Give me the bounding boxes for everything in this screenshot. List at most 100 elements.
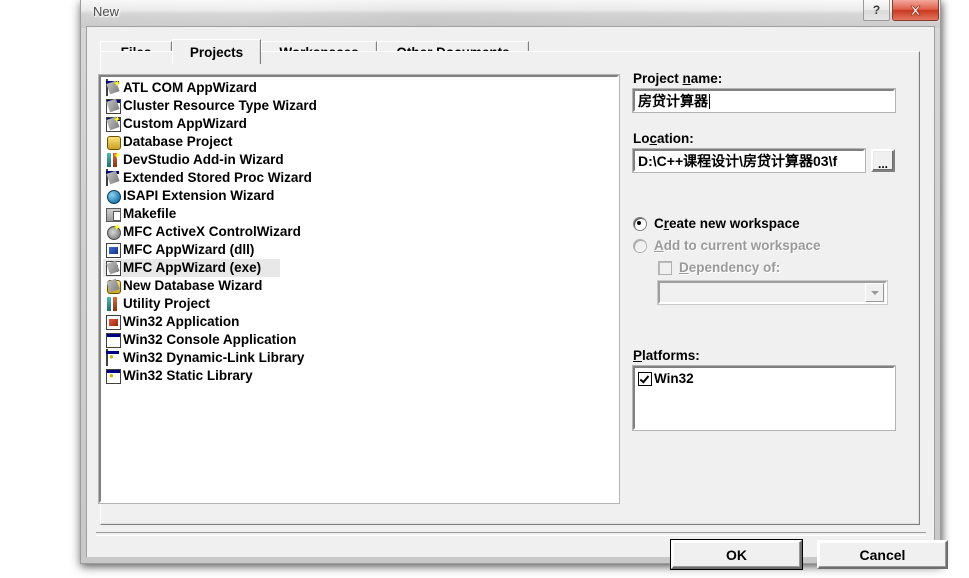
location-row: D:\C++课程设计\房贷计算器03\f ...	[632, 148, 895, 173]
add-current-accel: A	[654, 238, 664, 253]
list-item[interactable]: ISAPI Extension Wizard	[103, 187, 617, 205]
right-pane: Project name: 房贷计算器 Location: D:\C++课程设计…	[632, 71, 896, 431]
create-new-workspace-option[interactable]: Create new workspace	[633, 216, 895, 231]
list-item-label: Win32 Static Library	[123, 368, 253, 383]
cancel-button[interactable]: Cancel	[817, 540, 948, 569]
radio-create-new-workspace[interactable]	[633, 216, 647, 231]
list-item[interactable]: Makefile	[103, 205, 617, 223]
database-project-icon	[105, 134, 121, 150]
create-new-pre: C	[654, 216, 664, 231]
win32-static-lib-icon: ●	[105, 368, 121, 384]
list-item[interactable]: ✦ Custom AppWizard	[103, 115, 617, 133]
caption-buttons: ?	[863, 0, 939, 22]
list-item[interactable]: ● Win32 Static Library	[103, 367, 617, 385]
mfc-appwizard-dll-icon	[105, 242, 121, 258]
list-item-label: Win32 Application	[123, 314, 240, 329]
win32-application-icon	[105, 314, 121, 330]
list-item-label: Extended Stored Proc Wizard	[123, 170, 312, 185]
platforms-label-post: latforms:	[642, 348, 700, 363]
list-item[interactable]: ✦ DevStudio Add-in Wizard	[103, 151, 617, 169]
list-item-label: ATL COM AppWizard	[123, 80, 257, 95]
list-item[interactable]: MFC AppWizard (dll)	[103, 241, 617, 259]
list-item-label: DevStudio Add-in Wizard	[123, 152, 284, 167]
project-name-input[interactable]: 房贷计算器	[632, 88, 896, 113]
list-item-label: Cluster Resource Type Wizard	[123, 98, 317, 113]
list-item-label: Win32 Console Application	[123, 332, 297, 347]
new-database-wizard-icon	[105, 278, 121, 294]
list-item[interactable]: ✦ MFC ActiveX ControlWizard	[103, 223, 617, 241]
project-name-label-post: ame:	[690, 71, 723, 86]
create-new-workspace-label: Create new workspace	[654, 216, 800, 231]
list-item[interactable]: ● Win32 Dynamic-Link Library	[103, 349, 617, 367]
title-bar: New ?	[81, 0, 940, 28]
platform-label: Win32	[654, 371, 694, 386]
platforms-label: Platforms:	[633, 348, 895, 363]
chevron-down-icon	[865, 283, 884, 302]
location-accel: c	[649, 131, 658, 146]
list-item[interactable]: New Database Wizard	[103, 277, 617, 295]
add-to-current-workspace-label: Add to current workspace	[654, 238, 821, 253]
location-label-pre: Lo	[633, 131, 650, 146]
screen: New ? Files Projects	[0, 0, 969, 578]
create-new-post: eate new workspace	[669, 216, 800, 231]
checkbox-win32[interactable]	[638, 371, 652, 386]
project-name-label-pre: Project	[633, 71, 683, 86]
list-item-label: MFC ActiveX ControlWizard	[123, 224, 301, 239]
dependency-post: ependency of:	[688, 260, 781, 275]
cancel-button-label: Cancel	[859, 546, 906, 563]
tab-projects-label: Projects	[189, 44, 244, 60]
makefile-icon	[105, 206, 121, 222]
close-button[interactable]	[892, 0, 939, 21]
list-item[interactable]: ✦ ATL COM AppWizard	[103, 79, 617, 97]
location-input[interactable]: D:\C++课程设计\房贷计算器03\f	[632, 148, 866, 173]
mfc-activex-icon: ✦	[105, 224, 121, 240]
mfc-appwizard-exe-icon	[105, 260, 121, 276]
win32-console-icon	[105, 332, 121, 348]
list-item[interactable]: Database Project	[103, 133, 617, 151]
platform-item[interactable]: Win32	[638, 371, 893, 386]
help-button[interactable]: ?	[863, 0, 890, 21]
text-caret	[709, 93, 710, 109]
checkbox-dependency-of	[658, 260, 672, 275]
new-project-dialog: New ? Files Projects	[80, 0, 948, 570]
list-item[interactable]: Win32 Application	[103, 313, 617, 331]
browse-button[interactable]: ...	[871, 149, 895, 172]
list-item[interactable]: Cluster Resource Type Wizard	[103, 97, 617, 115]
project-name-label: Project name:	[633, 71, 895, 86]
list-item-label: MFC AppWizard (dll)	[123, 242, 255, 257]
dependency-of-label: Dependency of:	[679, 260, 780, 275]
ok-button-label: OK	[726, 546, 747, 563]
list-item-label: Utility Project	[123, 296, 211, 311]
platforms-list[interactable]: Win32	[632, 365, 896, 431]
list-item-label: New Database Wizard	[123, 278, 263, 293]
list-item-label: Custom AppWizard	[123, 116, 247, 131]
isapi-extension-icon	[105, 188, 121, 204]
location-value: D:\C++课程设计\房贷计算器03\f	[638, 152, 838, 169]
tab-projects[interactable]: Projects	[172, 39, 261, 64]
atl-com-appwizard-icon: ✦	[105, 79, 121, 96]
button-separator	[96, 532, 926, 536]
list-item[interactable]: Win32 Console Application	[103, 331, 617, 349]
devstudio-addin-icon: ✦	[105, 152, 121, 168]
close-icon	[910, 5, 921, 15]
dialog-client: Files Projects Workspaces Other Document…	[86, 26, 948, 570]
add-to-current-workspace-option: Add to current workspace	[633, 238, 895, 253]
extended-stored-proc-icon	[105, 169, 121, 186]
location-label: Location:	[633, 131, 895, 146]
project-template-list[interactable]: ✦ ATL COM AppWizard Cluster Resource Typ…	[98, 74, 620, 504]
list-item-selected[interactable]: MFC AppWizard (exe)	[103, 259, 280, 277]
win32-dll-icon: ●	[105, 349, 121, 366]
list-item[interactable]: Extended Stored Proc Wizard	[103, 169, 617, 187]
list-item-label: Makefile	[123, 206, 177, 221]
cluster-resource-wizard-icon	[105, 98, 121, 114]
dependency-option: Dependency of:	[658, 260, 895, 275]
list-item-label: Win32 Dynamic-Link Library	[123, 350, 305, 365]
dependency-combobox	[657, 280, 888, 305]
list-item[interactable]: Utility Project	[103, 295, 617, 313]
radio-add-to-current-workspace	[633, 238, 647, 253]
add-current-post: dd to current workspace	[663, 238, 821, 253]
window-title: New	[93, 4, 120, 19]
ok-button[interactable]: OK	[670, 539, 803, 570]
list-item-label: ISAPI Extension Wizard	[123, 188, 275, 203]
